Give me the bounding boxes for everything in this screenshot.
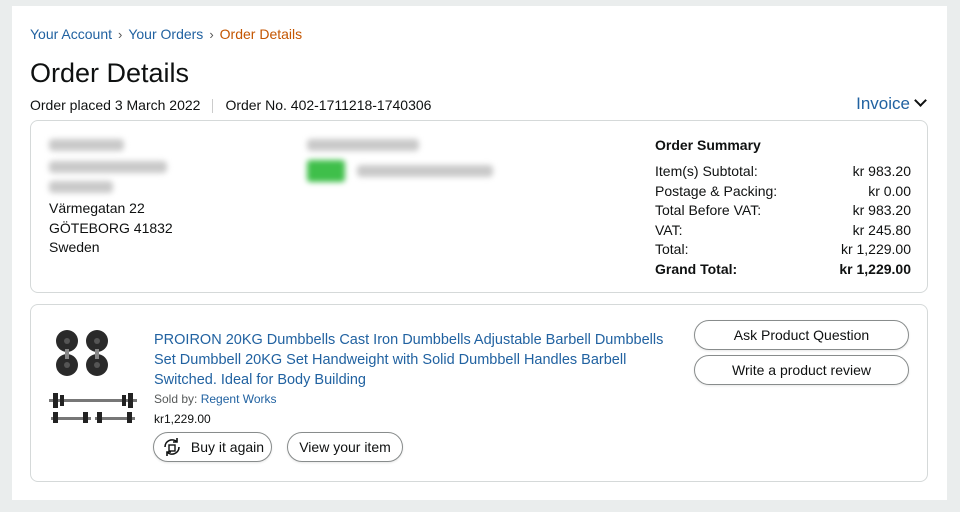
breadcrumb-order-details: Order Details xyxy=(219,26,303,42)
order-summary: Order Summary Item(s) Subtotal: kr 983.20… xyxy=(655,137,911,279)
summary-label: VAT: xyxy=(655,221,683,238)
redacted-text xyxy=(307,139,419,151)
sold-by: Sold by: Regent Works xyxy=(154,392,277,406)
card-icon xyxy=(307,160,345,182)
ask-product-question-button[interactable]: Ask Product Question xyxy=(694,320,909,350)
summary-value: kr 0.00 xyxy=(868,182,911,199)
order-number: Order No. 402-1711218-1740306 xyxy=(225,97,432,113)
breadcrumb: Your Account › Your Orders › Order Details xyxy=(30,26,302,42)
summary-value: kr 1,229.00 xyxy=(840,241,911,257)
grand-total-label: Grand Total: xyxy=(655,260,738,277)
summary-row: Total: kr 1,229.00 xyxy=(655,240,911,260)
summary-row: VAT: kr 245.80 xyxy=(655,221,911,241)
summary-row: Total Before VAT: kr 983.20 xyxy=(655,201,911,221)
summary-value: kr 245.80 xyxy=(852,221,911,238)
page-container: Your Account › Your Orders › Order Details O… xyxy=(12,6,947,500)
summary-label: Item(s) Subtotal: xyxy=(655,163,758,179)
redacted-text xyxy=(49,139,124,151)
address-country: Sweden xyxy=(49,239,100,255)
order-info-box: Värmegatan 22 GÖTEBORG 41832 Sweden Orde… xyxy=(30,120,928,293)
summary-label: Total: xyxy=(655,241,689,257)
breadcrumb-separator: › xyxy=(118,27,123,42)
meta-divider xyxy=(212,99,214,114)
order-meta: Order placed 3 March 2022 Order No. 402-1… xyxy=(30,97,432,114)
grand-total-row: Grand Total: kr 1,229.00 xyxy=(655,260,911,280)
chevron-down-icon xyxy=(914,94,927,107)
grand-total-value: kr 1,229.00 xyxy=(839,260,911,277)
product-image[interactable] xyxy=(47,327,139,423)
product-title-link[interactable]: PROIRON 20KG Dumbbells Cast Iron Dumbbel… xyxy=(154,330,674,390)
redacted-text xyxy=(49,161,167,173)
invoice-label: Invoice xyxy=(856,94,910,113)
summary-row: Postage & Packing: kr 0.00 xyxy=(655,182,911,202)
order-placed-date: Order placed 3 March 2022 xyxy=(30,97,201,113)
redacted-text xyxy=(49,181,113,193)
product-box: PROIRON 20KG Dumbbells Cast Iron Dumbbel… xyxy=(30,304,928,482)
redacted-text xyxy=(357,165,493,177)
address-city: GÖTEBORG 41832 xyxy=(49,219,173,236)
summary-value: kr 983.20 xyxy=(852,202,911,218)
shipping-address: Värmegatan 22 GÖTEBORG 41832 Sweden xyxy=(49,199,173,258)
breadcrumb-your-orders[interactable]: Your Orders xyxy=(128,26,203,42)
breadcrumb-separator: › xyxy=(209,27,214,42)
write-review-button[interactable]: Write a product review xyxy=(694,355,909,385)
seller-link[interactable]: Regent Works xyxy=(201,392,277,406)
summary-label: Total Before VAT: xyxy=(655,202,762,218)
invoice-dropdown[interactable]: Invoice xyxy=(856,94,927,114)
reorder-icon xyxy=(164,438,180,456)
view-item-button[interactable]: View your item xyxy=(287,432,403,462)
buy-again-button[interactable]: Buy it again xyxy=(153,432,272,462)
sold-by-label: Sold by: xyxy=(154,392,198,406)
breadcrumb-your-account[interactable]: Your Account xyxy=(30,26,112,42)
order-summary-title: Order Summary xyxy=(655,137,761,153)
summary-value: kr 983.20 xyxy=(852,163,911,179)
summary-row: Item(s) Subtotal: kr 983.20 xyxy=(655,162,911,182)
summary-label: Postage & Packing: xyxy=(655,182,778,199)
buy-again-label: Buy it again xyxy=(190,439,265,455)
address-street: Värmegatan 22 xyxy=(49,200,145,216)
page-title: Order Details xyxy=(30,58,190,88)
product-price: kr1,229.00 xyxy=(154,412,211,426)
